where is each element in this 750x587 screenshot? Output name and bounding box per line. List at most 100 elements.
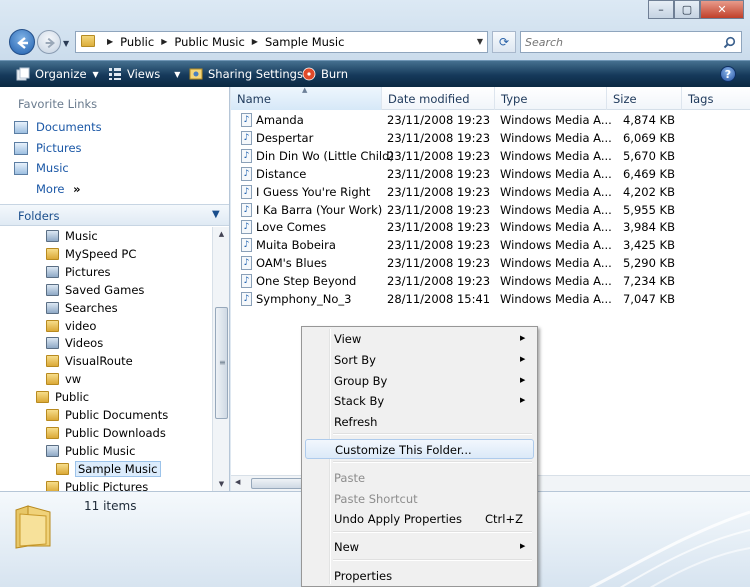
help-button[interactable]: ? [720, 66, 736, 82]
burn-button[interactable]: Burn [302, 67, 348, 81]
tree-item[interactable]: Searches [46, 299, 118, 317]
tree-item[interactable]: Videos [46, 334, 103, 352]
column-header-name[interactable]: ▲ Name [231, 87, 382, 110]
search-input[interactable] [525, 34, 715, 50]
sharing-settings-label: Sharing Settings [208, 67, 303, 81]
file-row[interactable]: ♪ Love Comes 23/11/2008 19:23 Windows Media… [231, 218, 750, 236]
column-header-label: Name [237, 92, 271, 106]
sharing-settings-button[interactable]: Sharing Settings [189, 67, 303, 81]
chevron-right-icon[interactable]: ▶ [245, 35, 265, 49]
tree-item[interactable]: Public Downloads [46, 424, 166, 442]
file-row[interactable]: ♪ Distance 23/11/2008 19:23 Windows Media A… [231, 165, 750, 183]
file-size: 7,234 KB [622, 274, 675, 289]
column-header-date[interactable]: Date modified [382, 87, 495, 110]
menu-item[interactable]: Stack By ▶ [305, 391, 534, 411]
search-field[interactable] [520, 31, 742, 53]
file-row[interactable]: ♪ Amanda 23/11/2008 19:23 Windows Media A..… [231, 111, 750, 129]
scroll-up-arrow[interactable]: ▲ [215, 230, 228, 238]
column-header-type[interactable]: Type [495, 87, 607, 110]
file-row[interactable]: ♪ One Step Beyond 23/11/2008 19:23 Windows … [231, 272, 750, 290]
tree-scrollbar[interactable]: ▲ ≡ ▼ [212, 227, 229, 491]
file-row[interactable]: ♪ Muita Bobeira 23/11/2008 19:23 Windows Me… [231, 236, 750, 254]
file-row[interactable]: ♪ OAM's Blues 23/11/2008 19:23 Windows Medi… [231, 254, 750, 272]
views-button[interactable]: Views ▼ [108, 67, 180, 81]
file-row[interactable]: ♪ I Guess You're Right 23/11/2008 19:23 Win… [231, 183, 750, 201]
tree-item[interactable]: Music [46, 227, 98, 245]
menu-item[interactable]: Undo Apply Properties Ctrl+Z [305, 509, 534, 529]
tree-item[interactable]: Pictures [46, 263, 111, 281]
back-button[interactable] [9, 29, 35, 55]
tree-item[interactable]: VisualRoute [46, 352, 133, 370]
recent-pages-dropdown[interactable]: ▼ [63, 39, 69, 48]
breadcrumb-sample-music[interactable]: Sample Music [265, 35, 345, 49]
menu-item[interactable]: Group By ▶ [305, 371, 534, 391]
maximize-button[interactable]: ▢ [674, 0, 700, 19]
tree-item[interactable]: Public [36, 388, 89, 406]
address-field[interactable]: ▶ Public ▶ Public Music ▶ Sample Music ▼ [75, 31, 488, 53]
file-name: OAM's Blues [256, 256, 327, 271]
tree-item-label: video [65, 318, 97, 333]
file-name: Amanda [256, 113, 304, 127]
breadcrumb-public-music[interactable]: Public Music [174, 35, 244, 49]
file-row[interactable]: ♪ Din Din Wo (Little Child) 23/11/2008 19:… [231, 147, 750, 165]
column-header-size[interactable]: Size [607, 87, 682, 110]
file-name: Symphony_No_3 [256, 292, 352, 306]
column-header-label: Date modified [388, 92, 470, 106]
tree-item-label: Searches [65, 300, 118, 315]
file-row[interactable]: ♪ Symphony_No_3 28/11/2008 15:41 Windows Me… [231, 290, 750, 308]
tree-item[interactable]: Public Pictures [46, 478, 148, 491]
scroll-thumb[interactable]: ≡ [215, 307, 228, 419]
column-header-tags[interactable]: Tags [682, 87, 750, 110]
chevron-right-icon[interactable]: ▶ [154, 35, 174, 49]
tree-item-label: Public Pictures [65, 479, 149, 491]
search-icon[interactable] [723, 36, 736, 49]
sharing-icon [189, 68, 203, 80]
tree-item[interactable]: vw [46, 370, 81, 388]
menu-item[interactable]: New ▶ [305, 537, 534, 557]
file-date: 23/11/2008 19:23 [387, 256, 491, 271]
tree-item-label: Public [55, 390, 90, 405]
forward-button[interactable] [37, 30, 61, 54]
menu-item[interactable]: Properties [305, 566, 534, 586]
tree-item[interactable]: video [46, 317, 96, 335]
tree-item[interactable]: Saved Games [46, 281, 144, 299]
tree-item[interactable]: Public Documents [46, 406, 168, 424]
scroll-down-arrow[interactable]: ▼ [215, 480, 228, 488]
chevron-down-icon: ▼ [174, 69, 181, 79]
close-button[interactable]: ✕ [700, 0, 744, 19]
chevron-right-icon[interactable]: ▶ [100, 35, 120, 49]
folders-header[interactable]: Folders ▼ [0, 204, 229, 226]
menu-item[interactable]: Customize This Folder... [305, 439, 534, 459]
decorative-swoosh [589, 510, 750, 587]
folder-tree: Music MySpeed PC Pictures Saved Games Search… [0, 227, 212, 491]
menu-item[interactable]: Refresh [305, 412, 534, 432]
breadcrumb-public[interactable]: Public [120, 35, 154, 49]
address-dropdown-icon[interactable]: ▼ [477, 37, 483, 46]
tree-item[interactable]: Sample Music [56, 460, 161, 478]
file-size: 3,984 KB [622, 220, 675, 235]
organize-button[interactable]: Organize ▼ [16, 67, 99, 81]
scroll-left-arrow[interactable]: ◀ [235, 478, 240, 486]
menu-item[interactable]: Sort By ▶ [305, 350, 534, 370]
minimize-button[interactable]: – [648, 0, 674, 19]
file-row[interactable]: ♪ I Ka Barra (Your Work) 23/11/2008 19:23 W… [231, 201, 750, 219]
file-type: Windows Media A... [500, 238, 612, 253]
file-date: 23/11/2008 19:23 [387, 166, 491, 181]
folder-icon [46, 230, 59, 242]
refresh-button[interactable]: ⟳ [492, 31, 516, 53]
views-label: Views [127, 67, 161, 81]
tree-item[interactable]: Public Music [46, 442, 135, 460]
file-row[interactable]: ♪ Despertar 23/11/2008 19:23 Windows Media … [231, 129, 750, 147]
favorite-documents[interactable]: Documents [14, 120, 102, 134]
address-toolbar: – ▢ ✕ ▼ ▶ Public ▶ Public Music ▶ Sample… [0, 0, 750, 60]
menu-item[interactable]: View ▶ [305, 329, 534, 349]
refresh-icon: ⟳ [498, 35, 510, 49]
submenu-arrow-icon: ▶ [520, 376, 526, 384]
file-type: Windows Media A... [500, 148, 612, 163]
more-links[interactable]: More » [36, 182, 81, 196]
favorite-pictures[interactable]: Pictures [14, 141, 82, 155]
favorite-music[interactable]: Music [14, 161, 69, 175]
tree-item[interactable]: MySpeed PC [46, 245, 136, 263]
folder-icon [46, 319, 59, 332]
command-bar: Organize ▼ Views ▼ Sharing Settings Burn… [0, 60, 750, 87]
